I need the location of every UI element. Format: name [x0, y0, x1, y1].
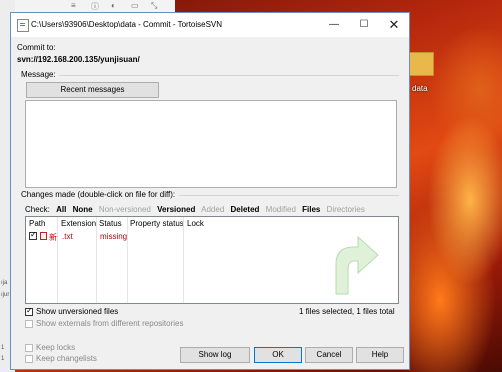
filter-all[interactable]: All: [56, 205, 66, 214]
column-lock[interactable]: Lock: [187, 219, 204, 231]
changes-group-line: [179, 195, 399, 196]
folder-icon[interactable]: [406, 52, 434, 76]
column-extension[interactable]: Extension: [61, 219, 96, 231]
commit-to-label: Commit to:: [17, 43, 56, 52]
filter-files[interactable]: Files: [302, 205, 320, 214]
changes-label: Changes made (double-click on file for d…: [21, 190, 176, 199]
column-status[interactable]: Status: [99, 219, 122, 231]
expand-icon: ⤡: [151, 1, 158, 10]
column-separator: [183, 217, 184, 303]
window-title: C:\Users\93906\Desktop\data - Commit - T…: [31, 20, 223, 29]
row-status: missing: [100, 232, 128, 241]
list-icon: ≡: [71, 1, 76, 10]
message-textarea[interactable]: [25, 100, 397, 188]
row-path: 新: [49, 233, 57, 242]
row-extension: .txt: [62, 232, 73, 241]
filter-non-versioned[interactable]: Non-versioned: [99, 205, 151, 214]
show-log-button[interactable]: Show log: [180, 347, 250, 363]
notepad-icon: [17, 19, 29, 32]
close-button[interactable]: ✕: [379, 13, 409, 37]
maximize-button[interactable]: ☐: [349, 13, 379, 37]
title-bar: C:\Users\93906\Desktop\data - Commit - T…: [11, 13, 409, 37]
recent-messages-button[interactable]: Recent messages: [26, 82, 159, 98]
filter-directories[interactable]: Directories: [327, 205, 365, 214]
filter-modified[interactable]: Modified: [266, 205, 296, 214]
cancel-button[interactable]: Cancel: [305, 347, 353, 363]
changes-list[interactable]: Path Extension Status Property status Lo…: [25, 216, 399, 304]
column-property-status[interactable]: Property status: [130, 219, 184, 231]
show-externals-label[interactable]: Show externals from different repositori…: [36, 319, 183, 328]
tortoise-watermark-icon: [335, 235, 379, 295]
contrast-icon: ◐: [111, 1, 116, 10]
help-button[interactable]: Help: [356, 347, 404, 363]
monitor-icon: ▭: [131, 1, 139, 10]
show-externals-checkbox[interactable]: [25, 320, 33, 328]
message-group-line: [59, 75, 399, 76]
filter-added[interactable]: Added: [201, 205, 224, 214]
filter-versioned[interactable]: Versioned: [157, 205, 195, 214]
column-separator: [57, 217, 58, 303]
show-unversioned-checkbox[interactable]: [25, 306, 33, 316]
column-separator: [127, 217, 128, 303]
selection-summary: 1 files selected, 1 files total: [299, 307, 395, 316]
info-icon: ⓘ: [91, 2, 99, 11]
ok-button[interactable]: OK: [254, 347, 302, 363]
commit-dialog: C:\Users\93906\Desktop\data - Commit - T…: [10, 12, 410, 370]
column-separator: [96, 217, 97, 303]
message-label: Message:: [21, 70, 56, 79]
missing-file-icon: [40, 232, 47, 240]
show-unversioned-label[interactable]: Show unversioned files: [36, 307, 118, 316]
desktop-icon-label[interactable]: data: [412, 84, 428, 93]
keep-changelists-checkbox[interactable]: [25, 355, 33, 363]
check-label: Check:: [25, 205, 50, 214]
keep-changelists-label[interactable]: Keep changelists: [36, 354, 97, 363]
minimize-button[interactable]: —: [319, 13, 349, 37]
filter-deleted[interactable]: Deleted: [231, 205, 260, 214]
filter-none[interactable]: None: [73, 205, 93, 214]
keep-locks-label[interactable]: Keep locks: [36, 343, 75, 352]
keep-locks-checkbox[interactable]: [25, 344, 33, 352]
row-checkbox[interactable]: [29, 230, 37, 240]
repository-url: svn://192.168.200.135/yunjisuan/: [17, 55, 140, 64]
check-filter-row: Check: All None Non-versioned Versioned …: [25, 205, 369, 214]
